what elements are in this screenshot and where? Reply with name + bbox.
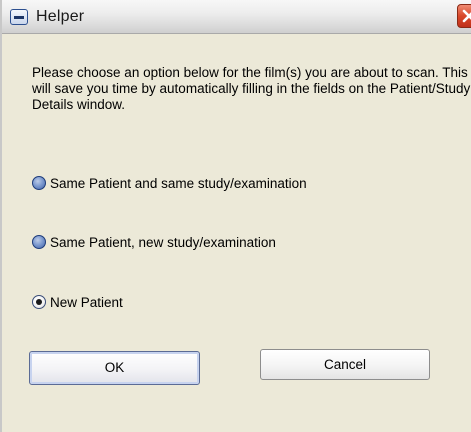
radio-button-unchecked[interactable] [32,235,46,249]
ok-button[interactable]: OK [29,351,200,385]
radio-dot-icon [36,299,42,305]
helper-dialog: Helper Please choose an option below for… [0,0,471,432]
close-icon [462,9,471,23]
option-same-patient-same-study[interactable]: Same Patient and same study/examination [32,174,307,192]
window-title: Helper [36,8,85,25]
close-button[interactable] [457,4,471,28]
option-label: Same Patient, new study/examination [50,234,276,250]
radio-button-unchecked[interactable] [32,176,46,190]
title-bar[interactable]: Helper [2,0,471,34]
option-new-patient[interactable]: New Patient [32,293,123,311]
option-same-patient-new-study[interactable]: Same Patient, new study/examination [32,233,276,251]
window-menu-icon[interactable] [10,9,28,25]
radio-button-checked[interactable] [32,295,46,309]
option-label: Same Patient and same study/examination [50,175,307,191]
instruction-text: Please choose an option below for the fi… [32,65,471,112]
cancel-button[interactable]: Cancel [260,349,430,380]
option-label: New Patient [50,294,123,310]
